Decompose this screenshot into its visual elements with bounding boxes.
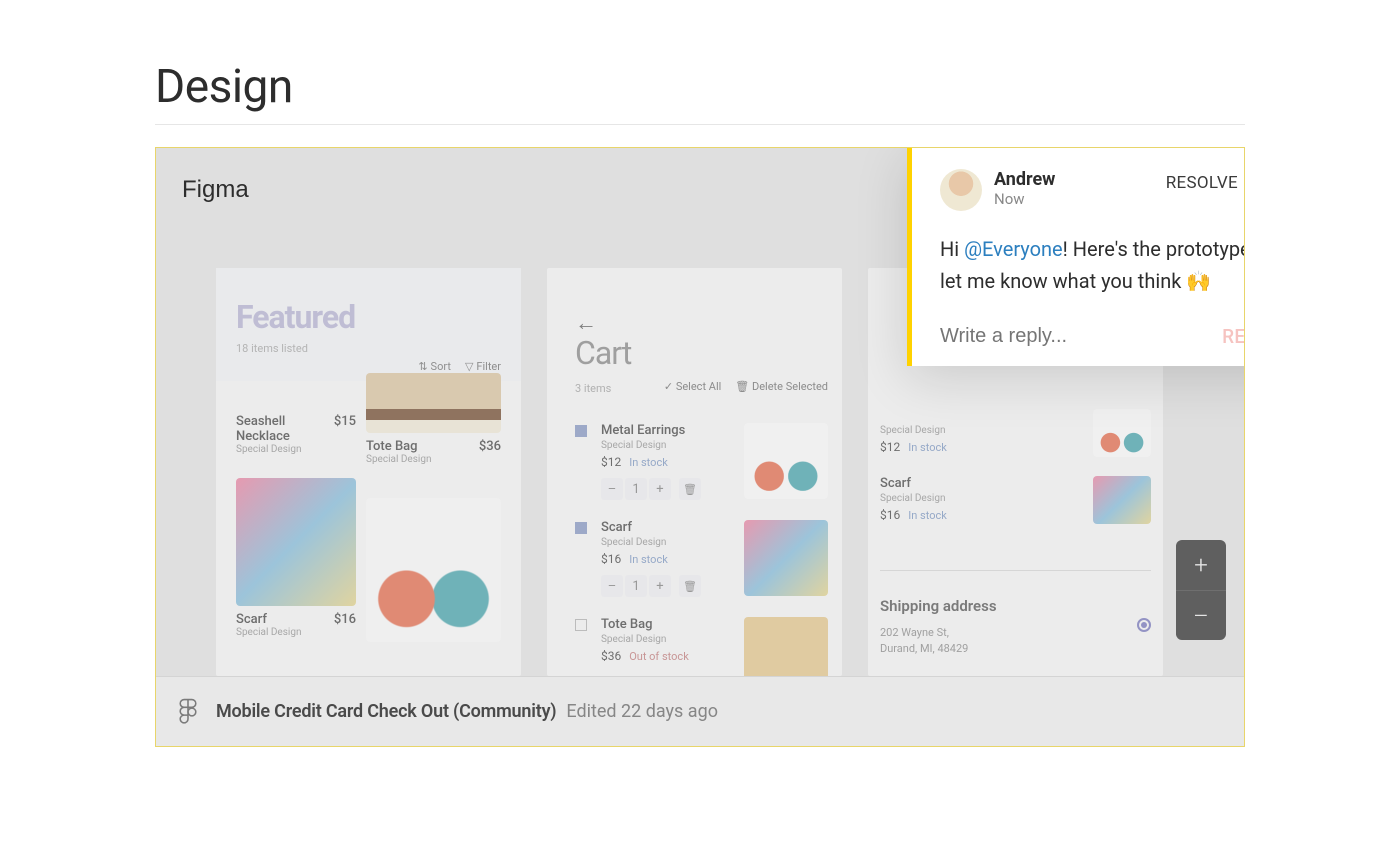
screen-cart: ← Cart 3 items ✓ Select All 🗑 Delete Sel… bbox=[547, 268, 842, 676]
zoom-out-button[interactable]: – bbox=[1176, 590, 1226, 640]
cart-item-name: Scarf bbox=[601, 520, 731, 535]
product-sub: Special Design bbox=[236, 444, 334, 455]
featured-subtitle: 18 items listed bbox=[236, 342, 501, 355]
product-name: Scarf bbox=[236, 612, 301, 627]
cart-item-sub: Special Design bbox=[601, 537, 731, 548]
resolve-button[interactable]: RESOLVE bbox=[1166, 173, 1238, 193]
zoom-in-button[interactable]: + bbox=[1176, 540, 1226, 590]
cart-item-sub: Special Design bbox=[601, 634, 731, 645]
select-all-button[interactable]: ✓ Select All bbox=[664, 380, 721, 393]
cart-title: Cart bbox=[575, 334, 631, 372]
shipping-block: Shipping address 202 Wayne St, Durand, M… bbox=[880, 570, 1151, 656]
featured-title: Featured bbox=[236, 298, 501, 336]
page-title: Design bbox=[155, 60, 1245, 125]
product-thumb bbox=[366, 373, 501, 433]
qty-minus-button[interactable]: – bbox=[601, 478, 623, 500]
product-thumb bbox=[366, 498, 501, 642]
shipping-address-line: Durand, MI, 48429 bbox=[880, 641, 1151, 656]
hands-emoji-icon: 🙌 bbox=[1186, 269, 1211, 293]
stock-status: In stock bbox=[629, 456, 668, 469]
qty-plus-button[interactable]: + bbox=[649, 478, 671, 500]
product-price: $15 bbox=[334, 414, 356, 429]
zoom-controls: + – bbox=[1176, 540, 1226, 640]
cart-item-name: Metal Earrings bbox=[601, 423, 731, 438]
summary-thumb bbox=[1093, 476, 1151, 524]
summary-thumb bbox=[1093, 409, 1151, 457]
checkbox-icon[interactable] bbox=[575, 425, 587, 437]
product-price: $16 bbox=[334, 612, 356, 627]
checkbox-icon[interactable] bbox=[575, 619, 587, 631]
product-name: Tote Bag bbox=[366, 439, 431, 454]
file-info-bar: Mobile Credit Card Check Out (Community)… bbox=[156, 676, 1244, 746]
filter-button[interactable]: ▽ Filter bbox=[465, 360, 501, 373]
stock-status: In stock bbox=[908, 441, 947, 454]
product-sub: Special Design bbox=[366, 454, 431, 465]
cart-item-price: $36 bbox=[601, 649, 621, 663]
checkbox-icon[interactable] bbox=[575, 522, 587, 534]
comment-thread: Andrew Now RESOLVE ⋮ Hi @Everyone! Here'… bbox=[907, 147, 1245, 366]
trash-icon[interactable]: 🗑 bbox=[679, 478, 701, 500]
product-price: $36 bbox=[479, 439, 501, 454]
figma-logo-icon bbox=[178, 698, 198, 726]
featured-header: Featured 18 items listed ⇅ Sort ▽ Filter bbox=[216, 268, 521, 381]
cart-item-name: Tote Bag bbox=[601, 617, 731, 632]
cart-thumb bbox=[744, 520, 828, 596]
cart-item-price: $16 bbox=[601, 552, 621, 566]
product-name: Seashell Necklace bbox=[236, 414, 334, 444]
sort-button[interactable]: ⇅ Sort bbox=[418, 360, 451, 373]
reply-input[interactable] bbox=[940, 325, 1205, 348]
qty-value: 1 bbox=[625, 575, 647, 597]
stock-status: Out of stock bbox=[629, 650, 689, 663]
qty-plus-button[interactable]: + bbox=[649, 575, 671, 597]
radio-selected-icon[interactable] bbox=[1137, 618, 1151, 632]
product-sub: Special Design bbox=[236, 627, 301, 638]
shipping-address-line: 202 Wayne St, bbox=[880, 625, 1151, 640]
cart-items-count: 3 items bbox=[575, 382, 611, 395]
comment-author: Andrew bbox=[994, 169, 1055, 190]
product-thumb bbox=[236, 478, 356, 606]
mention[interactable]: @Everyone bbox=[964, 237, 1063, 261]
figma-embed-frame: Figma Featured 18 items listed ⇅ Sort ▽ … bbox=[155, 147, 1245, 747]
reply-button[interactable]: REPLY bbox=[1222, 325, 1245, 348]
cart-item-sub: Special Design bbox=[601, 440, 731, 451]
comment-body: Hi @Everyone! Here's the prototype, let … bbox=[940, 233, 1245, 297]
shipping-title: Shipping address bbox=[880, 597, 1151, 615]
file-name: Mobile Credit Card Check Out (Community) bbox=[216, 701, 556, 722]
cart-thumb bbox=[744, 423, 828, 499]
summary-price: $16 bbox=[880, 508, 900, 522]
screen-featured: Featured 18 items listed ⇅ Sort ▽ Filter… bbox=[216, 268, 521, 676]
stock-status: In stock bbox=[908, 509, 947, 522]
summary-price: $12 bbox=[880, 440, 900, 454]
qty-value: 1 bbox=[625, 478, 647, 500]
back-arrow-icon[interactable]: ← bbox=[575, 310, 597, 336]
stock-status: In stock bbox=[629, 553, 668, 566]
avatar bbox=[940, 169, 982, 211]
delete-selected-button[interactable]: 🗑 Delete Selected bbox=[735, 380, 828, 393]
trash-icon[interactable]: 🗑 bbox=[679, 575, 701, 597]
comment-time: Now bbox=[994, 190, 1055, 208]
file-edited-label: Edited 22 days ago bbox=[566, 701, 718, 722]
cart-item-price: $12 bbox=[601, 455, 621, 469]
qty-minus-button[interactable]: – bbox=[601, 575, 623, 597]
